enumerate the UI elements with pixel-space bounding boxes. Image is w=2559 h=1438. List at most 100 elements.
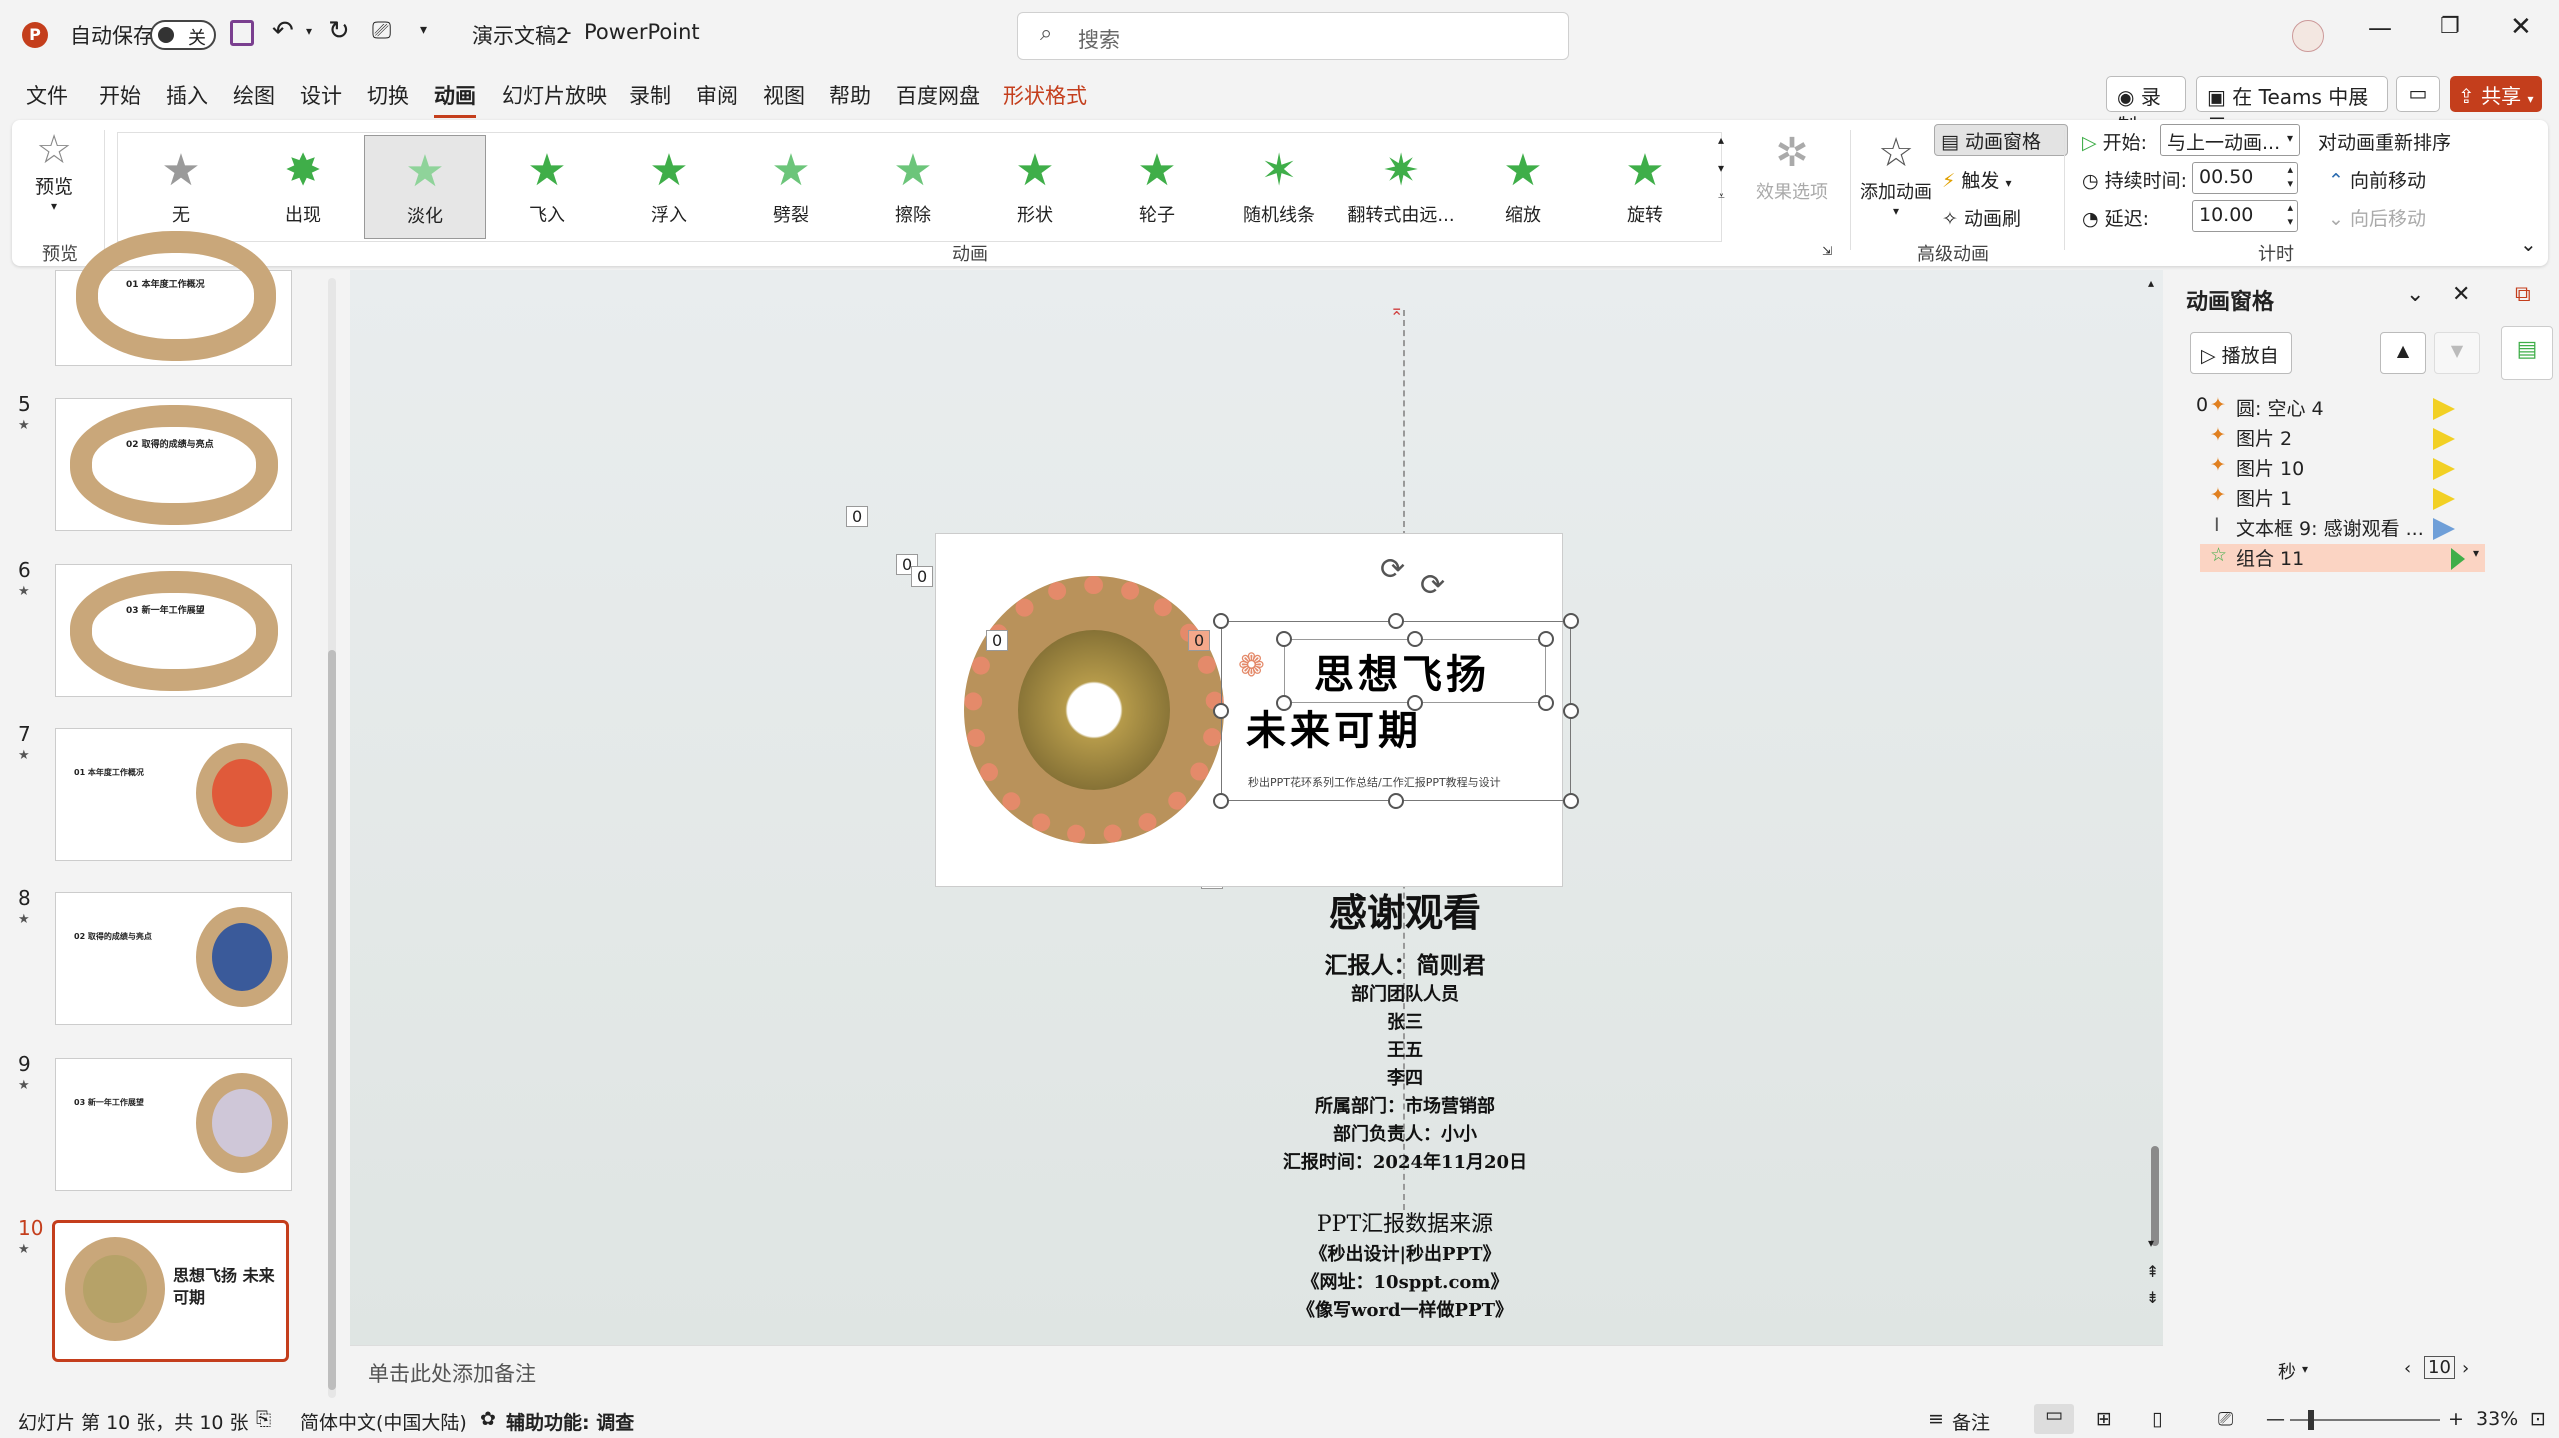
- slide-title-line1[interactable]: 思想飞扬: [1314, 642, 1490, 700]
- tab-shape-format[interactable]: 形状格式: [1003, 80, 1087, 110]
- dialog-launcher-icon[interactable]: ⇲: [1822, 244, 1832, 258]
- offslide-thanks[interactable]: 感谢观看: [1255, 882, 1555, 937]
- tab-insert[interactable]: 插入: [166, 80, 208, 110]
- zoom-right-icon[interactable]: ›: [2462, 1358, 2469, 1379]
- offslide-member[interactable]: 张三: [1255, 1008, 1555, 1034]
- notes-button[interactable]: 备注: [1952, 1408, 1990, 1435]
- zoom-slider-thumb[interactable]: [2308, 1410, 2314, 1430]
- slide-thumbnail[interactable]: 03 新一年工作展望: [55, 1058, 292, 1191]
- customize-qat-icon[interactable]: ▾: [420, 22, 427, 38]
- normal-view-icon[interactable]: ▭: [2034, 1404, 2074, 1434]
- anim-appear[interactable]: ✸ 出现: [242, 135, 364, 239]
- prev-slide-icon[interactable]: ⇞: [2146, 1262, 2159, 1281]
- anim-float-in[interactable]: ★ 浮入: [608, 135, 730, 239]
- animation-pane-button[interactable]: ▤ 动画窗格: [1934, 124, 2068, 156]
- anim-wipe[interactable]: ★ 擦除: [852, 135, 974, 239]
- resize-handle[interactable]: [1538, 695, 1554, 711]
- zoom-level[interactable]: 33%: [2476, 1408, 2518, 1430]
- tab-view[interactable]: 视图: [763, 80, 805, 110]
- resize-handle[interactable]: [1388, 613, 1404, 629]
- scroll-down-icon[interactable]: ▾: [2148, 1236, 2154, 1250]
- offslide-dept[interactable]: 所属部门：市场营销部: [1255, 1092, 1555, 1118]
- gallery-up-icon[interactable]: ▴: [1718, 133, 1740, 147]
- record-button[interactable]: ◉ 录制: [2106, 76, 2186, 138]
- anim-list-item[interactable]: ✦ 图片 10: [2200, 454, 2485, 482]
- anim-fade[interactable]: ★ 淡化: [364, 135, 486, 239]
- preview-button[interactable]: ☆ 预览 ▾: [22, 128, 86, 228]
- tab-record[interactable]: 录制: [629, 80, 671, 110]
- anim-split[interactable]: ★ 劈裂: [730, 135, 852, 239]
- animation-pane-toggle-icon[interactable]: ▤: [2501, 326, 2553, 380]
- anim-list-item[interactable]: ✦ 图片 1: [2200, 484, 2485, 512]
- accessibility-status[interactable]: 辅助功能: 调查: [506, 1408, 634, 1435]
- anim-list-item[interactable]: ✦ 图片 2: [2200, 424, 2485, 452]
- gallery-down-icon[interactable]: ▾: [1718, 161, 1740, 175]
- resize-handle[interactable]: [1213, 703, 1229, 719]
- anim-zoom[interactable]: ★ 缩放: [1462, 135, 1584, 239]
- resize-handle[interactable]: [1563, 703, 1579, 719]
- move-earlier-button[interactable]: ⌃ 向前移动: [2328, 166, 2426, 193]
- duration-input[interactable]: 00.50 ▴ ▾: [2192, 162, 2298, 194]
- slide[interactable]: 0 0 ❁ 思想飞扬 未来可期 秒出PPT花环系列工作总结/工作汇报PPT教程与…: [935, 533, 1579, 887]
- undo-icon[interactable]: ↶: [272, 16, 294, 46]
- resize-handle[interactable]: [1407, 695, 1423, 711]
- gallery-scroll[interactable]: ▴ ▾ ⩡: [1718, 133, 1740, 239]
- user-avatar[interactable]: [2292, 20, 2324, 52]
- zoom-out-icon[interactable]: —: [2266, 1408, 2285, 1430]
- offslide-source[interactable]: 《像写word一样做PPT》: [1235, 1296, 1575, 1322]
- canvas-scroll-thumb[interactable]: [2151, 1146, 2159, 1246]
- tab-review[interactable]: 审阅: [696, 80, 738, 110]
- resize-handle[interactable]: [1538, 631, 1554, 647]
- resize-handle[interactable]: [1563, 613, 1579, 629]
- add-animation-button[interactable]: ☆ 添加动画 ▾: [1856, 128, 1936, 238]
- resize-handle[interactable]: [1407, 631, 1423, 647]
- resize-handle[interactable]: [1213, 793, 1229, 809]
- anim-list-item[interactable]: I 文本框 9: 感谢观看 ...: [2200, 514, 2485, 542]
- tab-slideshow[interactable]: 幻灯片放映: [502, 80, 607, 110]
- language[interactable]: 简体中文(中国大陆): [300, 1408, 467, 1435]
- undo-dropdown-icon[interactable]: ▾: [306, 24, 312, 38]
- comments-button[interactable]: ▭: [2396, 76, 2440, 112]
- slide-subtitle[interactable]: 秒出PPT花环系列工作总结/工作汇报PPT教程与设计: [1248, 774, 1501, 790]
- anim-list-item[interactable]: 0 ✦ 圆: 空心 4: [2196, 394, 2485, 422]
- offslide-reporter[interactable]: 汇报人：简则君: [1255, 946, 1555, 980]
- save-icon[interactable]: [230, 20, 254, 46]
- minimize-icon[interactable]: —: [2368, 14, 2392, 42]
- slide-thumbnail[interactable]: 02 取得的成绩与亮点: [55, 892, 292, 1025]
- anim-none[interactable]: ★ 无: [120, 135, 242, 239]
- anim-list-item-selected[interactable]: ☆ 组合 11 ▾: [2200, 544, 2485, 572]
- offslide-source[interactable]: 《秒出设计|秒出PPT》: [1235, 1240, 1575, 1266]
- slide-thumbnail[interactable]: 02 取得的成绩与亮点: [55, 398, 292, 531]
- slide-thumbnail[interactable]: 01 本年度工作概况: [55, 231, 292, 366]
- share-button[interactable]: ⇪ 共享 ▾: [2450, 76, 2542, 112]
- offslide-time[interactable]: 汇报时间：2024年11月20日: [1225, 1148, 1585, 1174]
- anim-random-bars[interactable]: ✶ 随机线条: [1218, 135, 1340, 239]
- canvas-scrollbar[interactable]: ▴ ▾ ⇞ ⇟: [2146, 276, 2162, 1316]
- rotate-handle-icon[interactable]: ⟳: [1420, 568, 1445, 603]
- offslide-source-title[interactable]: PPT汇报数据来源: [1255, 1206, 1555, 1238]
- resize-handle[interactable]: [1213, 613, 1229, 629]
- timeline-zoom[interactable]: 10: [2424, 1356, 2455, 1379]
- play-from-button[interactable]: ▷ 播放自: [2190, 332, 2292, 374]
- gallery-more-icon[interactable]: ⩡: [1718, 189, 1740, 204]
- resize-handle[interactable]: [1276, 631, 1292, 647]
- start-select[interactable]: 与上一动画... ▾: [2160, 124, 2300, 156]
- move-up-button[interactable]: ▲: [2380, 332, 2426, 374]
- slide-sorter-icon[interactable]: ⊞: [2096, 1408, 2112, 1430]
- resize-handle[interactable]: [1563, 793, 1579, 809]
- zoom-left-icon[interactable]: ‹: [2404, 1358, 2411, 1379]
- zoom-in-icon[interactable]: +: [2448, 1408, 2464, 1430]
- tab-file[interactable]: 文件: [26, 80, 68, 110]
- notes-icon[interactable]: ≡: [1928, 1408, 1944, 1430]
- tab-baidu-disk[interactable]: 百度网盘: [896, 80, 980, 110]
- trigger-button[interactable]: ⚡ 触发 ▾: [1942, 166, 2011, 193]
- resize-handle[interactable]: [1388, 793, 1404, 809]
- notes-pane[interactable]: 单击此处添加备注: [350, 1345, 2163, 1397]
- slide-count[interactable]: 幻灯片 第 10 张，共 10 张: [18, 1408, 249, 1435]
- close-icon[interactable]: ✕: [2510, 12, 2532, 42]
- flower-wreath-image[interactable]: [964, 576, 1224, 844]
- anim-fly-in[interactable]: ★ 飞入: [486, 135, 608, 239]
- notes-placeholder[interactable]: 单击此处添加备注: [368, 1358, 536, 1388]
- reading-view-icon[interactable]: ▯: [2152, 1408, 2162, 1430]
- offslide-source[interactable]: 《网址：10sppt.com》: [1235, 1268, 1575, 1294]
